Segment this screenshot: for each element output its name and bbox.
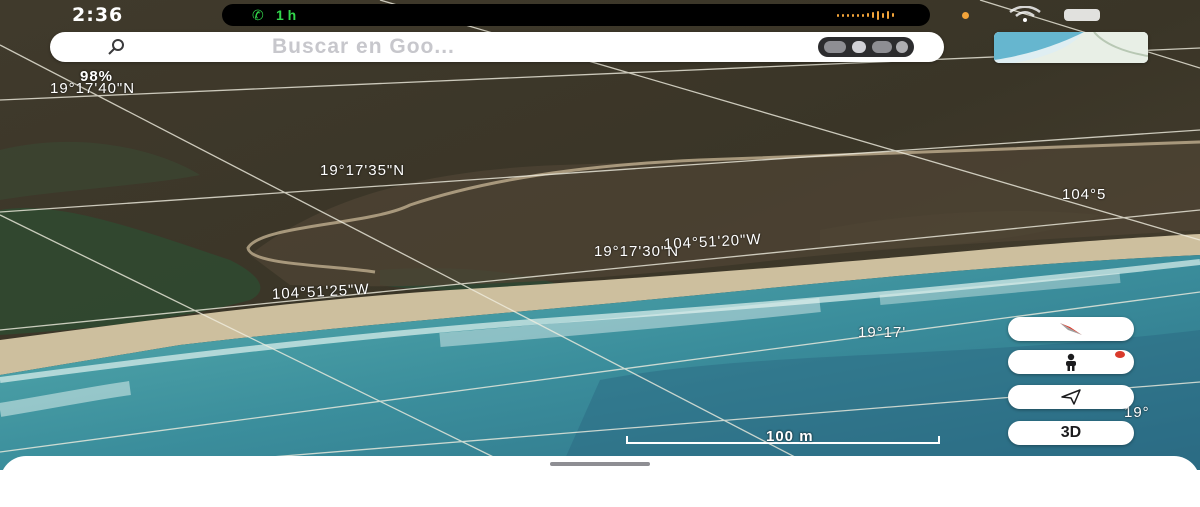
pegman-icon	[1066, 353, 1076, 371]
location-arrow-icon	[1061, 389, 1081, 405]
scale-label: 100 m	[766, 428, 814, 445]
drag-handle[interactable]	[550, 462, 650, 466]
lat-label-partial: 19°17'	[858, 324, 907, 341]
search-bar[interactable]: Buscar en Goo...	[50, 32, 944, 62]
battery-icon	[1064, 9, 1100, 21]
map-thumbnail-icon	[994, 32, 1148, 63]
status-bar: 2:36 ✆ 1 h	[0, 0, 1200, 30]
status-time: 2:36	[72, 4, 124, 26]
wifi-icon	[1009, 6, 1041, 22]
lon-label-edge: 104°5	[1062, 186, 1107, 203]
search-icon	[108, 39, 124, 55]
dynamic-island[interactable]: ✆ 1 h	[222, 4, 930, 26]
compass-icon	[1060, 323, 1082, 335]
3d-view-button[interactable]: 3D	[1008, 421, 1134, 445]
audio-wave-icon	[837, 10, 894, 20]
bottom-sheet[interactable]	[0, 456, 1200, 507]
phone-icon: ✆	[252, 7, 264, 23]
search-input[interactable]: Buscar en Goo...	[272, 35, 455, 59]
mic-indicator-icon	[962, 12, 969, 19]
scale-bar: 100 m	[626, 428, 940, 446]
3d-view-label: 3D	[1060, 424, 1082, 441]
map-layers-button[interactable]	[994, 32, 1148, 63]
zoom-level: 98%	[80, 68, 114, 85]
lat-label-35: 19°17'35"N	[320, 162, 406, 179]
my-location-button[interactable]	[1008, 385, 1134, 409]
compass-button[interactable]	[1008, 317, 1134, 341]
account-avatar[interactable]	[818, 37, 914, 57]
call-duration: 1 h	[276, 7, 297, 23]
notification-dot	[1115, 351, 1125, 358]
